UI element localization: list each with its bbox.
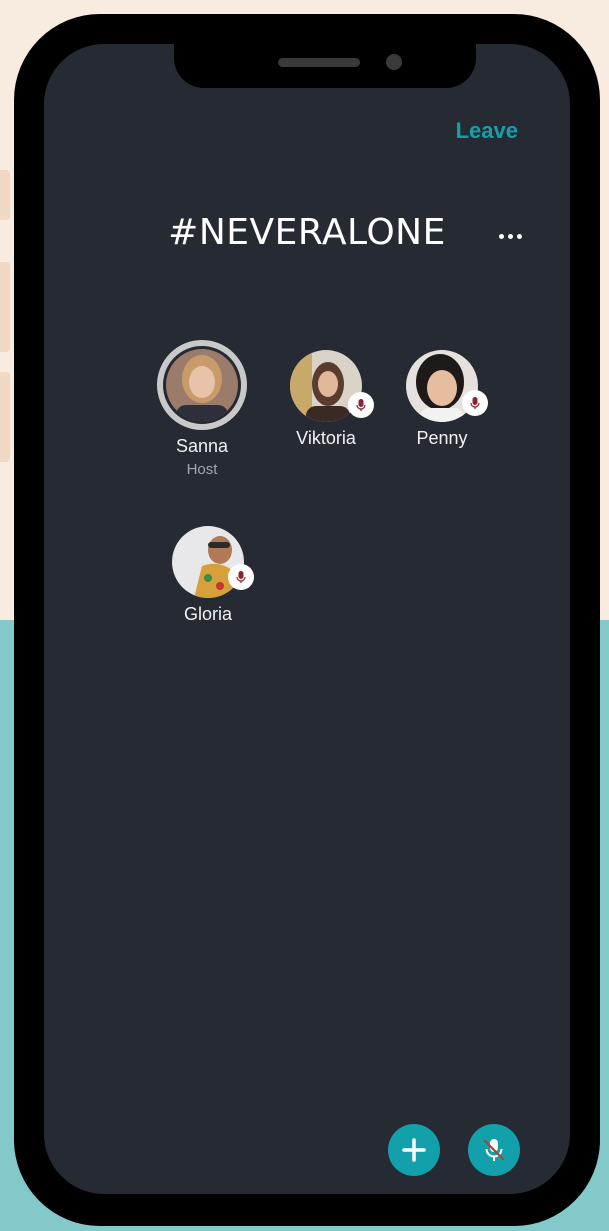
volume-up-button: [0, 262, 10, 352]
avatar: [157, 340, 247, 430]
front-camera: [386, 54, 402, 70]
participant-penny[interactable]: Penny: [382, 350, 502, 449]
participant-name: Gloria: [183, 604, 232, 624]
avatar: [172, 526, 254, 598]
participant-gloria[interactable]: Gloria: [148, 526, 268, 625]
avatar: [290, 350, 374, 422]
muted-mic-icon: [462, 390, 488, 416]
avatar: [406, 350, 488, 422]
plus-icon: [402, 1138, 426, 1162]
participant-viktoria[interactable]: Viktoria: [266, 350, 386, 449]
participant-sanna[interactable]: Sanna Host: [142, 340, 262, 478]
leave-button[interactable]: Leave: [456, 118, 518, 144]
mic-off-icon: [483, 1139, 505, 1161]
participant-name: Sanna: [175, 436, 229, 456]
muted-mic-icon: [228, 564, 254, 590]
participant-name: Viktoria: [296, 428, 356, 448]
phone-frame: Leave #NEVERALONE Sanna Host Viktoria Pe…: [14, 14, 600, 1226]
mic-toggle-button[interactable]: [468, 1124, 520, 1176]
speaker-grille: [278, 58, 360, 67]
volume-down-button: [0, 372, 10, 462]
more-options-icon[interactable]: [490, 226, 530, 246]
participant-role: Host: [186, 461, 218, 478]
muted-mic-icon: [348, 392, 374, 418]
add-button[interactable]: [388, 1124, 440, 1176]
avatar-photo: [166, 349, 238, 421]
notch: [174, 44, 476, 88]
app-screen: Leave #NEVERALONE Sanna Host Viktoria Pe…: [44, 44, 570, 1194]
silent-switch: [0, 170, 10, 220]
participant-name: Penny: [416, 428, 468, 448]
